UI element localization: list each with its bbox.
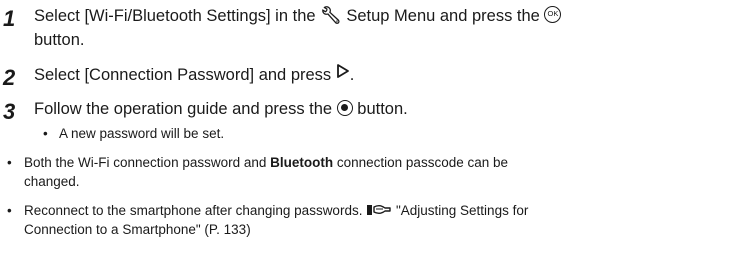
step-number: 3 xyxy=(3,99,16,124)
step-1-line-1: Select [Wi-Fi/Bluetooth Settings] in the… xyxy=(34,4,562,29)
bullet: • xyxy=(7,155,12,170)
step-2-text-b: . xyxy=(349,66,355,84)
ok-button-icon: OK xyxy=(544,6,562,24)
note-1-line-1: Both the Wi-Fi connection password and B… xyxy=(24,154,508,172)
sub-bullet-text: A new password will be set. xyxy=(59,126,225,141)
step-2-line: Select [Connection Password] and press . xyxy=(34,63,354,88)
step-1-text-b: Setup Menu and press the xyxy=(341,7,545,25)
step-number: 2 xyxy=(3,65,16,90)
step-3-line: Follow the operation guide and press the… xyxy=(34,97,408,121)
reference-icon xyxy=(366,202,392,220)
wrench-setup-icon: 🔧︎ xyxy=(320,5,342,25)
right-arrow-icon xyxy=(336,62,350,86)
note-2-line-2[interactable]: Connection to a Smartphone" (P. 133) xyxy=(24,221,251,239)
bullet: • xyxy=(43,126,48,141)
step-1-text-a: Select [Wi-Fi/Bluetooth Settings] in the xyxy=(34,7,321,25)
step-3-text-b: button. xyxy=(352,100,408,118)
center-button-icon xyxy=(336,99,353,116)
note-1-text-a: Both the Wi-Fi connection password and xyxy=(24,155,271,170)
note-1-line-2: changed. xyxy=(24,174,80,189)
bullet: • xyxy=(7,203,12,218)
note-1-text-b: connection passcode can be xyxy=(333,155,508,170)
note-2-line-1: Reconnect to the smartphone after changi… xyxy=(24,202,528,220)
ok-icon-label: OK xyxy=(547,9,559,19)
step-3-sub-bullet: • A new password will be set. xyxy=(43,125,224,143)
step-3-text-a: Follow the operation guide and press the xyxy=(34,100,337,118)
step-number: 1 xyxy=(3,6,16,31)
note-1-bold: Bluetooth xyxy=(270,155,334,170)
step-1-line-2: button. xyxy=(34,31,85,49)
step-2-text-a: Select [Connection Password] and press xyxy=(34,66,336,84)
note-2-ref[interactable]: "Adjusting Settings for xyxy=(396,203,528,218)
manual-page: 1 Select [Wi-Fi/Bluetooth Settings] in t… xyxy=(0,0,731,265)
note-2-text-a: Reconnect to the smartphone after changi… xyxy=(24,203,367,218)
